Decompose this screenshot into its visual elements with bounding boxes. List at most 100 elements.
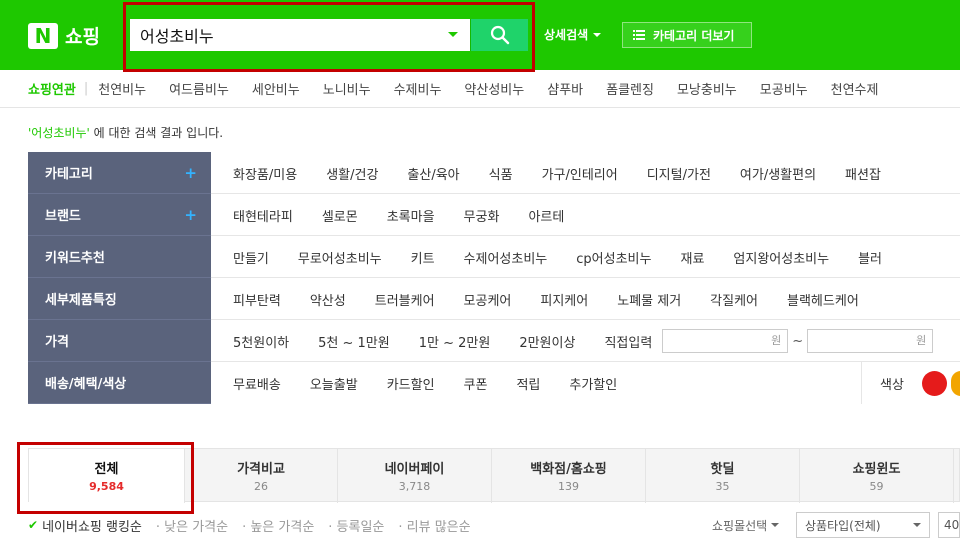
plus-icon[interactable]: + [184,206,197,224]
filter-option[interactable]: 피부탄력 [233,290,281,309]
category-more-button[interactable]: 카테고리 더보기 [622,22,752,48]
tab-naver-pay[interactable]: 네이버페이 3,718 [338,449,492,503]
filter-option[interactable]: 수제어성초비누 [464,248,548,267]
filter-option[interactable]: 노폐물 제거 [617,290,681,309]
related-item[interactable]: 수제비누 [394,79,442,98]
filter-option[interactable]: 1만 ~ 2만원 [419,332,491,351]
related-item[interactable]: 샴푸바 [547,79,583,98]
list-icon [633,30,645,40]
filter-option[interactable]: 5천 ~ 1만원 [318,332,390,351]
related-item[interactable]: 세안비누 [252,79,300,98]
tab-label: 쇼핑윈도 [852,462,901,477]
filter-option[interactable]: 무로어성초비누 [298,248,382,267]
filter-option[interactable]: 트러블케어 [375,290,435,309]
sort-newest[interactable]: · 등록일순 [328,516,384,535]
filter-head-label: 세부제품특징 [45,293,117,308]
product-type-select[interactable]: 상품타입(전체) [796,512,930,538]
caret-down-icon [771,523,780,527]
related-item[interactable]: 여드름비누 [169,79,229,98]
filter-option[interactable]: cp어성초비누 [576,248,651,267]
sort-options: ✔ 네이버쇼핑 랭킹순 · 낮은 가격순 · 높은 가격순 · 등록일순 · 리… [28,514,471,536]
caret-down-icon [593,32,602,37]
caret-down-icon [913,523,921,527]
filter-option[interactable]: 여가/생활편의 [740,164,816,183]
filter-option[interactable]: 출산/육아 [407,164,459,183]
filter-option[interactable]: 각질케어 [710,290,758,309]
divider: | [83,81,89,96]
related-item[interactable]: 천연수제 [831,79,879,98]
sort-ranking[interactable]: 네이버쇼핑 랭킹순 [42,516,142,535]
filter-head-label: 키워드추천 [45,251,105,266]
count-select[interactable]: 40 [938,512,960,538]
filter-option[interactable]: 화장품/미용 [233,164,297,183]
tab-label: 핫딜 [710,462,735,477]
filter-row-price: 가격 5천원이하 5천 ~ 1만원 1만 ~ 2만원 2만원이상 직접입력 원 … [28,320,960,362]
related-item[interactable]: 노니비누 [323,79,371,98]
filter-option[interactable]: 셀로몬 [322,206,358,225]
filter-option[interactable]: 디지털/가전 [647,164,711,183]
filter-option[interactable]: 2만원이상 [519,332,575,351]
filter-head-label: 카테고리 [45,167,93,182]
filter-option[interactable]: 무궁화 [464,206,500,225]
tab-count: 35 [715,480,730,493]
filter-option[interactable]: 모공케어 [464,290,512,309]
product-type-select-wrap: 상품타입(전체) [796,512,930,538]
plus-icon[interactable]: + [184,164,197,182]
color-label: 색상 [880,377,904,393]
tab-label: 백화점/홈쇼핑 [530,462,607,477]
result-suffix: 에 대한 검색 결과 입니다. [89,126,224,140]
sort-high-price[interactable]: · 높은 가격순 [242,516,314,535]
filter-head-keyword: 키워드추천 [28,236,211,278]
naver-shopping-logo[interactable]: N 쇼핑 [28,22,100,49]
sort-reviews[interactable]: · 리뷰 많은순 [398,516,470,535]
tab-hot-deal[interactable]: 핫딜 35 [646,449,800,503]
filter-option[interactable]: 키트 [411,248,435,267]
filter-option[interactable]: 생활/건강 [326,164,378,183]
related-item[interactable]: 모낭충비누 [677,79,737,98]
color-swatch-red[interactable] [921,370,947,396]
result-query: '어성초비누' [28,126,90,140]
filter-option[interactable]: 무료배송 [233,374,281,393]
filter-option[interactable]: 카드할인 [387,374,435,393]
price-max-input[interactable]: 원 [807,329,934,353]
check-icon: ✔ [28,518,39,532]
mall-select[interactable]: 쇼핑몰선택 [712,512,780,538]
filter-option: 직접입력 [604,335,653,351]
tab-label: 가격비교 [237,462,285,477]
filter-option[interactable]: 약산성 [310,290,346,309]
color-filter: 색상 [861,362,960,404]
filter-option[interactable]: 태현테라피 [233,206,293,225]
filter-option[interactable]: 5천원이하 [233,332,289,351]
filter-option[interactable]: 피지케어 [540,290,588,309]
filter-option[interactable]: 오늘출발 [310,374,358,393]
filter-option[interactable]: 패션잡 [845,164,881,183]
tab-shopping-window[interactable]: 쇼핑윈도 59 [800,449,954,503]
tab-count: 59 [869,480,884,493]
sort-low-price[interactable]: · 낮은 가격순 [156,516,228,535]
filter-option[interactable]: 만들기 [233,248,269,267]
filter-option[interactable]: 블랙헤드케어 [787,290,859,309]
filter-head-brand[interactable]: 브랜드 + [28,194,211,236]
price-min-input[interactable]: 원 [662,329,789,353]
filter-option[interactable]: 재료 [680,248,704,267]
tab-department-homeshopping[interactable]: 백화점/홈쇼핑 139 [492,449,646,503]
filter-option[interactable]: 엄지왕어성초비누 [733,248,829,267]
related-item[interactable]: 모공비누 [760,79,808,98]
filter-option[interactable]: 아르테 [528,206,564,225]
filter-head-category[interactable]: 카테고리 + [28,152,211,194]
filter-option[interactable]: 쿠폰 [464,374,488,393]
filter-option[interactable]: 가구/인테리어 [542,164,618,183]
filter-option[interactable]: 초록마을 [387,206,435,225]
filter-option[interactable]: 식품 [489,164,513,183]
related-item[interactable]: 약산성비누 [464,79,524,98]
tab-price-compare[interactable]: 가격비교 26 [185,449,338,503]
related-item[interactable]: 폼클렌징 [606,79,654,98]
color-swatch-orange[interactable] [950,370,960,396]
detail-search-button[interactable]: 상세검색 [544,26,602,43]
filter-option[interactable]: 블러 [858,248,882,267]
filter-option[interactable]: 적립 [516,374,540,393]
related-item[interactable]: 천연비누 [98,79,146,98]
filter-option[interactable]: 추가할인 [569,374,617,393]
tab-label: 네이버페이 [384,462,445,477]
logo-text: 쇼핑 [65,26,100,48]
